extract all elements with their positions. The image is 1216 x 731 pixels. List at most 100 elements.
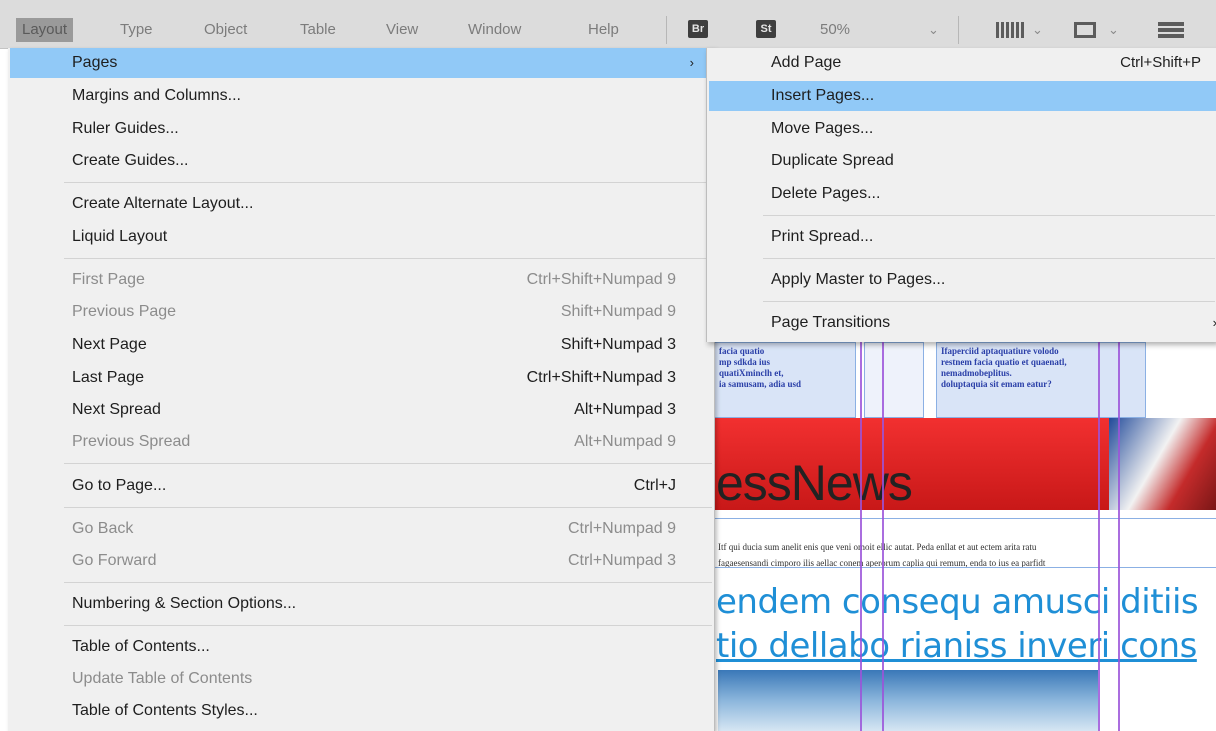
stock-icon[interactable]: St [756,20,776,38]
arrange-documents-icon[interactable] [1158,22,1184,38]
menu-item-previous-spread: Previous Spread Alt+Numpad 9 [10,427,712,457]
menu-item-label: Next Spread [72,401,161,418]
menu-item-shortcut: Ctrl+Shift+Numpad 3 [526,369,676,386]
menu-item-shortcut: Ctrl+Numpad 3 [567,552,676,569]
menu-separator [64,463,712,464]
menu-item-last-page[interactable]: Last Page Ctrl+Shift+Numpad 3 [10,363,712,393]
menu-item-label: Previous Spread [72,433,191,450]
cover-photo [1109,418,1216,510]
menu-window[interactable]: Window [468,18,521,42]
submenu-item-move-pages[interactable]: Move Pages... [709,114,1216,144]
menu-item-label: First Page [72,271,145,288]
submenu-arrow-icon: › [1213,308,1216,338]
menu-item-label: Table of Contents... [72,638,210,655]
submenu-item-add-page[interactable]: Add Page Ctrl+Shift+P [709,48,1216,78]
menu-view[interactable]: View [386,18,418,42]
menu-separator [64,258,712,259]
menu-item-label: Create Guides... [72,152,189,169]
menu-item-ruler-guides[interactable]: Ruler Guides... [10,114,712,144]
menu-item-label: Last Page [72,369,145,386]
submenu-item-apply-master[interactable]: Apply Master to Pages... [709,265,1216,295]
zoom-dropdown-icon[interactable]: ⌄ [928,18,939,42]
submenu-item-insert-pages[interactable]: Insert Pages... [709,81,1216,111]
text-line: doluptaquia sit emam eatur? [941,379,1052,389]
menu-type[interactable]: Type [120,18,153,42]
menu-item-label: Margins and Columns... [72,87,241,104]
submenu-item-delete-pages[interactable]: Delete Pages... [709,179,1216,209]
bridge-icon[interactable]: Br [688,20,708,38]
menu-item-label: Ruler Guides... [72,120,179,137]
text-line: facia quatio [719,346,765,356]
menu-separator [64,182,712,183]
menu-item-pages[interactable]: Pages › [10,48,712,78]
menu-bar: Layout Type Object Table View Window Hel… [0,0,1216,49]
text-frame-outline [714,518,1216,568]
menu-item-label: Duplicate Spread [771,152,894,169]
text-line: ia samusam, adia usd [719,379,802,389]
text-frame[interactable]: Ifaperciid aptaquatiure volodo restnem f… [936,342,1146,418]
menu-item-shortcut: Shift+Numpad 3 [560,336,676,353]
toolbar-separator [666,16,667,44]
headline-line: tio dellabo rianiss inveri cons [716,626,1197,666]
menu-item-label: Delete Pages... [771,185,881,202]
screen-mode-icon[interactable] [1074,22,1096,38]
text-line: Ifaperciid aptaquatiure volodo [941,346,1059,356]
text-frame[interactable] [864,342,924,418]
menu-object[interactable]: Object [204,18,247,42]
submenu-item-duplicate-spread[interactable]: Duplicate Spread [709,146,1216,176]
menu-item-shortcut: Ctrl+Shift+Numpad 9 [526,271,676,288]
menu-item-create-guides[interactable]: Create Guides... [10,146,712,176]
text-line: quatiXminclh et, [719,368,784,378]
submenu-item-page-transitions[interactable]: Page Transitions › [709,308,1216,338]
view-options-icon[interactable] [996,22,1024,38]
menu-item-label: Print Spread... [771,228,874,245]
column-guide[interactable] [860,342,862,731]
submenu-item-print-spread[interactable]: Print Spread... [709,222,1216,252]
menu-item-shortcut: Alt+Numpad 9 [574,433,676,450]
article-photo [718,670,1098,731]
view-options-dropdown-icon[interactable]: ⌄ [1032,18,1043,42]
column-guide[interactable] [882,342,884,731]
text-frame[interactable]: facia quatio mp sdkda ius quatiXminclh e… [714,342,856,418]
menu-item-label: Update Table of Contents [72,670,253,687]
menu-item-margins-and-columns[interactable]: Margins and Columns... [10,81,712,111]
menu-item-next-spread[interactable]: Next Spread Alt+Numpad 3 [10,395,712,425]
pages-submenu: Add Page Ctrl+Shift+P Insert Pages... Mo… [706,48,1216,342]
menu-item-table-of-contents-styles[interactable]: Table of Contents Styles... [10,696,712,726]
menu-item-label: Go to Page... [72,477,167,494]
text-line: mp sdkda ius [719,357,771,367]
menu-item-liquid-layout[interactable]: Liquid Layout [10,222,712,252]
menu-item-label: Go Forward [72,552,157,569]
menu-item-label: Page Transitions [771,314,891,331]
menu-item-go-back: Go Back Ctrl+Numpad 9 [10,514,712,544]
menu-item-label: Create Alternate Layout... [72,195,254,212]
text-line: restnem facia quatio et quaenatl, [941,357,1067,367]
menu-item-go-forward: Go Forward Ctrl+Numpad 3 [10,546,712,576]
menu-item-previous-page: Previous Page Shift+Numpad 9 [10,297,712,327]
menu-item-next-page[interactable]: Next Page Shift+Numpad 3 [10,330,712,360]
menu-item-label: Next Page [72,336,147,353]
menu-item-update-table-of-contents: Update Table of Contents [10,664,712,694]
screen-mode-dropdown-icon[interactable]: ⌄ [1108,18,1119,42]
menu-item-label: Apply Master to Pages... [771,271,946,288]
menu-table[interactable]: Table [300,18,336,42]
menu-item-label: Insert Pages... [771,87,875,104]
menu-separator [763,301,1215,302]
menu-item-shortcut: Alt+Numpad 3 [574,401,676,418]
menu-item-go-to-page[interactable]: Go to Page... Ctrl+J [10,471,712,501]
menu-item-label: Liquid Layout [72,228,168,245]
menu-item-table-of-contents[interactable]: Table of Contents... [10,632,712,662]
submenu-arrow-icon: › [689,55,694,70]
menu-item-create-alternate-layout[interactable]: Create Alternate Layout... [10,189,712,219]
column-guide[interactable] [1118,342,1120,731]
menu-item-numbering-section-options[interactable]: Numbering & Section Options... [10,589,712,619]
menu-item-label: Add Page [771,54,842,71]
zoom-level[interactable]: 50% [820,18,850,42]
menu-layout[interactable]: Layout [16,18,74,42]
menu-item-first-page: First Page Ctrl+Shift+Numpad 9 [10,265,712,295]
menu-item-shortcut: Ctrl+Shift+P [1120,54,1201,71]
document-canvas[interactable]: facia quatio mp sdkda ius quatiXminclh e… [714,342,1216,731]
menu-separator [763,258,1215,259]
column-guide[interactable] [1098,342,1100,731]
menu-help[interactable]: Help [588,18,619,42]
